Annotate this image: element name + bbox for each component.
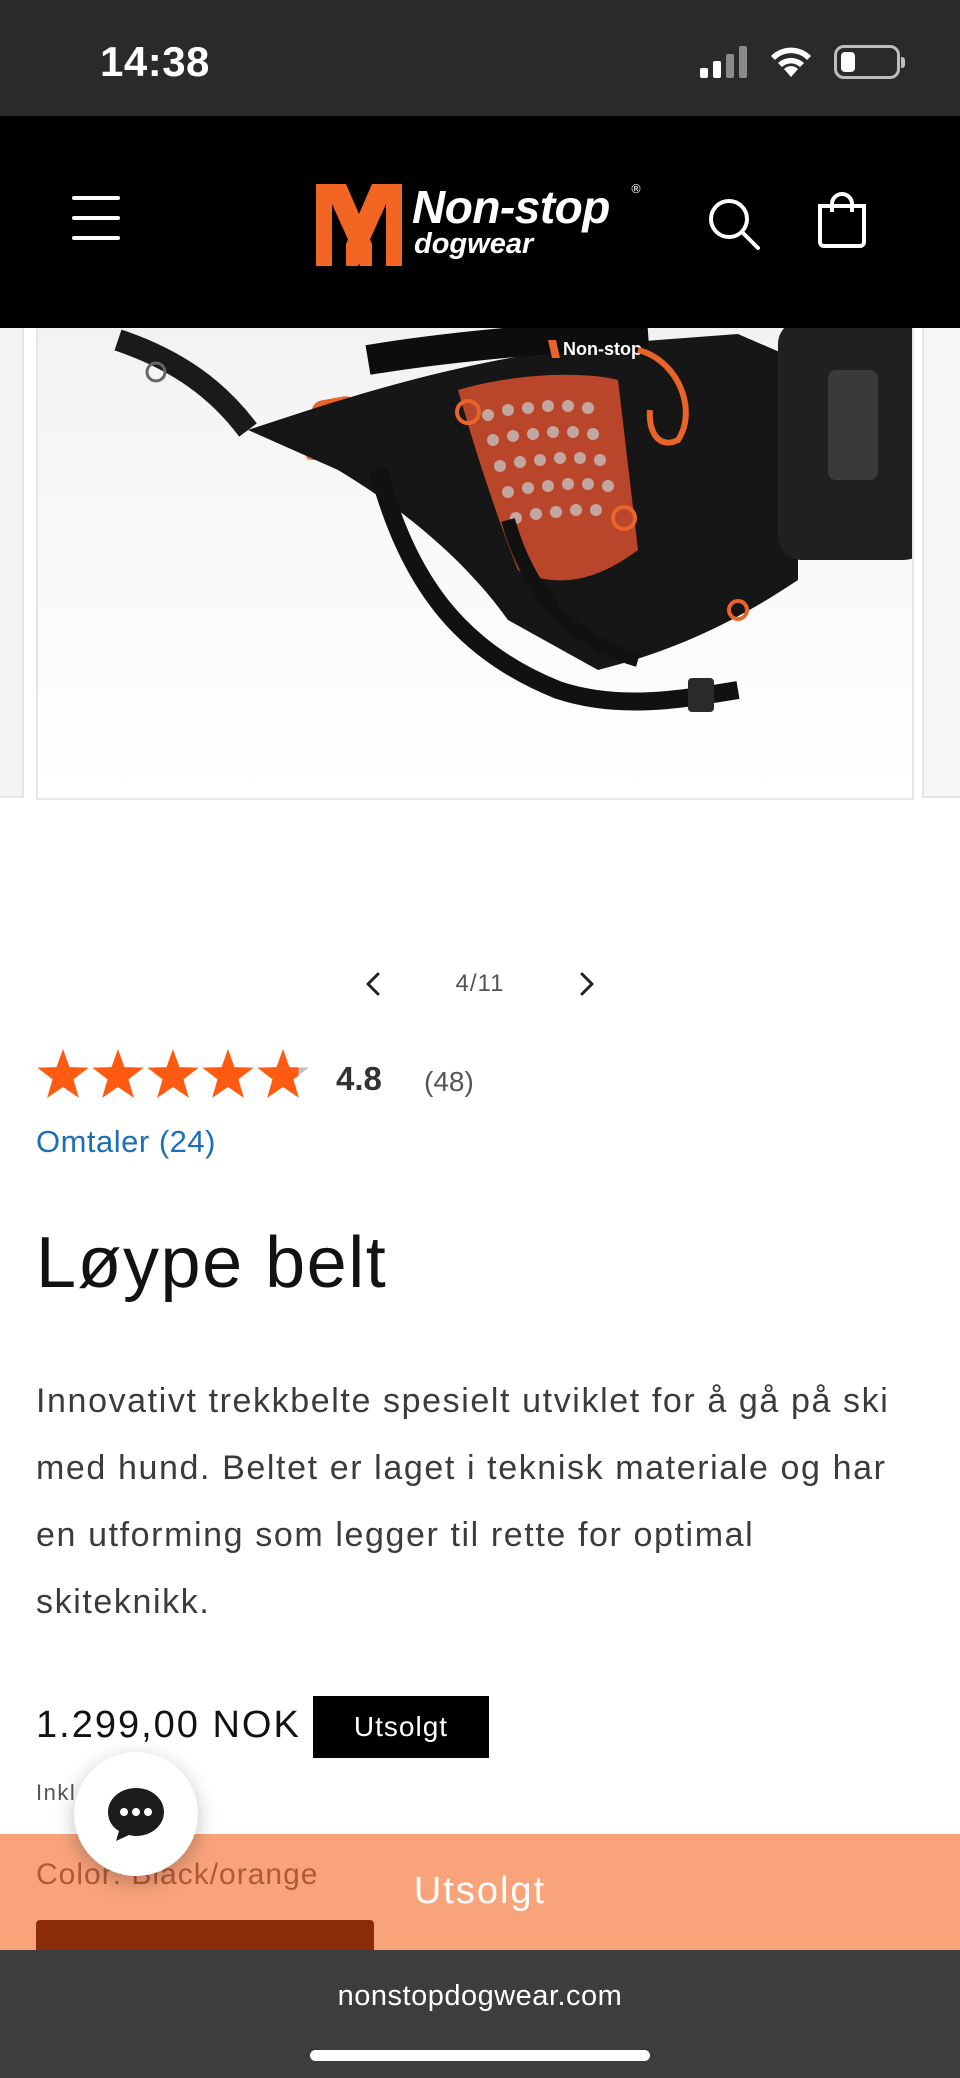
star-icon bbox=[147, 1049, 199, 1098]
status-time: 14:38 bbox=[100, 38, 210, 85]
star-icon bbox=[92, 1049, 144, 1098]
product-price: 1.299,00 NOK bbox=[36, 1704, 301, 1746]
product-gallery[interactable]: Non-stop bbox=[0, 328, 960, 804]
product-title: Løype belt bbox=[36, 1223, 388, 1303]
cart-icon[interactable] bbox=[814, 190, 870, 250]
wifi-icon bbox=[771, 47, 811, 77]
sold-out-badge: Utsolgt bbox=[313, 1696, 489, 1758]
logo-text-sub: dogwear bbox=[414, 228, 534, 260]
logo-mark-icon bbox=[316, 184, 402, 266]
brand-logo[interactable]: Non-stop dogwear ® bbox=[316, 178, 642, 270]
sold-out-button[interactable]: Utsolgt bbox=[380, 1870, 580, 1913]
price-row: 1.299,00 NOK Utsolgt bbox=[36, 1696, 736, 1758]
chevron-left-icon[interactable] bbox=[352, 964, 392, 1004]
gallery-navigation: 4/11 bbox=[0, 958, 960, 1008]
search-icon[interactable] bbox=[706, 196, 762, 252]
gallery-next-slide-edge[interactable] bbox=[922, 328, 960, 798]
chevron-right-icon[interactable] bbox=[568, 964, 608, 1004]
menu-icon[interactable] bbox=[72, 196, 122, 240]
rating-count: (48) bbox=[424, 1066, 474, 1097]
browser-url[interactable]: nonstopdogwear.com bbox=[0, 1980, 960, 2013]
status-icons bbox=[700, 44, 905, 80]
logo-text-main: Non-stop bbox=[412, 181, 610, 233]
gallery-current-slide[interactable]: Non-stop bbox=[36, 328, 914, 800]
star-icon bbox=[202, 1049, 254, 1098]
color-label: Color: Black/orange bbox=[36, 1858, 319, 1891]
browser-bottom-bar: nonstopdogwear.com bbox=[0, 1950, 960, 2078]
chat-bubble-icon bbox=[108, 1788, 164, 1841]
product-rating[interactable]: 4.8 (48) bbox=[36, 1046, 536, 1110]
cellular-signal-icon bbox=[700, 46, 747, 78]
star-icon bbox=[257, 1049, 309, 1098]
color-swatch-button[interactable] bbox=[36, 1920, 374, 1950]
battery-icon bbox=[834, 45, 905, 79]
star-icon bbox=[37, 1049, 89, 1098]
gallery-prev-slide-edge[interactable] bbox=[0, 328, 24, 798]
reviews-link[interactable]: Omtaler (24) bbox=[36, 1124, 216, 1160]
gallery-counter: 4/11 bbox=[455, 970, 505, 997]
site-header: Non-stop dogwear ® bbox=[0, 116, 960, 328]
product-description: Innovativt trekkbelte spesielt utviklet … bbox=[36, 1382, 890, 1621]
chat-button[interactable] bbox=[74, 1752, 198, 1876]
home-indicator[interactable] bbox=[310, 2050, 650, 2061]
logo-registered-mark: ® bbox=[630, 182, 642, 196]
rating-stars bbox=[37, 1049, 309, 1098]
svg-text:Non-stop: Non-stop bbox=[563, 339, 642, 359]
status-bar: 14:38 bbox=[0, 0, 960, 116]
product-image-belt: Non-stop bbox=[114, 328, 912, 712]
rating-value: 4.8 bbox=[336, 1060, 382, 1097]
